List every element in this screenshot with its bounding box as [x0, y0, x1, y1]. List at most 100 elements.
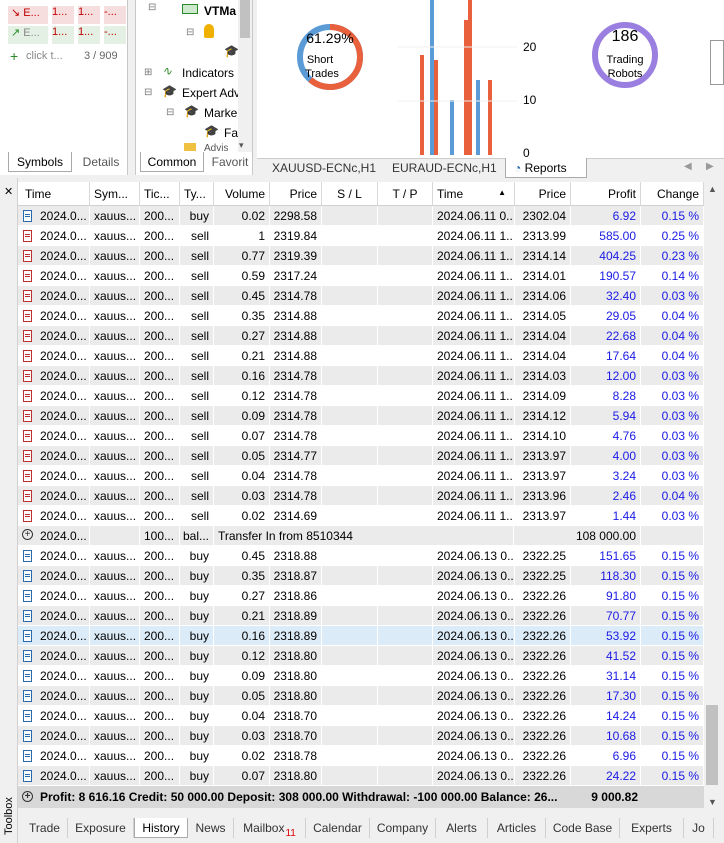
add-symbol-row[interactable]: + click t... 3 / 909 [0, 47, 128, 67]
reports-scrollbar[interactable] [710, 40, 724, 85]
cell-volume: 0.16 [214, 366, 270, 386]
tab-alerts[interactable]: Alerts [436, 818, 488, 838]
table-scroll-thumb[interactable] [706, 705, 718, 785]
tab-xauusd-chart[interactable]: XAUUSD-ECNc,H1 [272, 158, 376, 178]
tab-history[interactable]: History [134, 818, 188, 838]
cell-type: buy [180, 606, 214, 626]
table-row[interactable]: 2024.0... xauus... 200... sell 0.12 2314.78 20… [18, 386, 704, 406]
table-row[interactable]: 2024.0... xauus... 200... sell 0.03 2314.78 20… [18, 486, 704, 506]
column-header-price[interactable]: Price [270, 182, 322, 206]
tab-scroll-left-icon[interactable]: ◀ [684, 161, 692, 172]
table-row[interactable]: 2024.0... xauus... 200... buy 0.12 2318.80 202… [18, 646, 704, 666]
cell-time: 2024.0... [18, 626, 90, 646]
y-tick-label: 20 [523, 40, 537, 54]
expand-icon[interactable]: + [22, 791, 33, 802]
table-row[interactable]: 2024.0... xauus... 200... sell 0.02 2314.69 20… [18, 506, 704, 526]
table-row[interactable]: 2024.0... xauus... 200... sell 1 2319.84 2024.… [18, 226, 704, 246]
cell-sl [322, 646, 378, 666]
column-header-tp[interactable]: T / P [378, 182, 433, 206]
tree-expander-icon[interactable]: ⊞ [144, 67, 152, 78]
tab-exposure[interactable]: Exposure [68, 818, 134, 838]
cell-tp [378, 426, 433, 446]
nav-favorites[interactable]: Fa [224, 126, 238, 140]
tab-euraud-chart[interactable]: EURAUD-ECNc,H1 [392, 158, 497, 178]
table-row[interactable]: 2024.0... xauus... 200... sell 0.21 2314.88 20… [18, 346, 704, 366]
cell-type: buy [180, 206, 214, 226]
cell-tp [378, 326, 433, 346]
column-header-profit[interactable]: Profit [571, 182, 641, 206]
tab-jo[interactable]: Jo [684, 818, 714, 838]
table-row[interactable]: 2024.0... xauus... 200... buy 0.02 2318.78 202… [18, 746, 704, 766]
table-row[interactable]: 2024.0... xauus... 200... buy 0.05 2318.80 202… [18, 686, 704, 706]
table-row[interactable]: 2024.0... xauus... 200... buy 0.09 2318.80 202… [18, 666, 704, 686]
cell-symbol: xauus... [90, 466, 140, 486]
tab-calendar[interactable]: Calendar [306, 818, 370, 838]
tab-articles[interactable]: Articles [488, 818, 546, 838]
tab-common[interactable]: Common [140, 152, 204, 172]
table-row[interactable]: 2024.0... xauus... 200... buy 0.45 2318.88 202… [18, 546, 704, 566]
scroll-down-icon[interactable]: ▼ [708, 797, 717, 807]
column-header-volume[interactable]: Volume [214, 182, 270, 206]
market-watch-row[interactable]: ↗ E... 1... 1... -... [0, 26, 128, 46]
scroll-up-icon[interactable]: ▲ [708, 184, 717, 194]
tab-symbols[interactable]: Symbols [8, 152, 72, 172]
table-row[interactable]: 2024.0... xauus... 200... sell 0.09 2314.78 20… [18, 406, 704, 426]
table-row[interactable]: 2024.0... xauus... 200... sell 0.59 2317.24 20… [18, 266, 704, 286]
column-header-ticket[interactable]: Tic... [140, 182, 180, 206]
tab-reports[interactable]: ◔ Reports [505, 158, 587, 178]
tab-code-base[interactable]: Code Base [546, 818, 620, 838]
tab-experts[interactable]: Experts [620, 818, 684, 838]
table-row[interactable]: 2024.0... xauus... 200... buy 0.02 2298.58 202… [18, 206, 704, 226]
tree-expander-icon[interactable]: ⊟ [186, 27, 194, 38]
table-row[interactable]: 2024.0... xauus... 200... sell 0.05 2314.77 20… [18, 446, 704, 466]
column-header-sl[interactable]: S / L [322, 182, 378, 206]
table-row[interactable]: 2024.0... xauus... 200... buy 0.16 2318.89 202… [18, 626, 704, 646]
tree-expander-icon[interactable]: ⊟ [166, 107, 174, 118]
tree-expander-icon[interactable]: ⊟ [144, 87, 152, 98]
column-header-change[interactable]: Change [641, 182, 704, 206]
cell-profit: 8.28 [571, 386, 641, 406]
table-row[interactable]: 2024.0... xauus... 200... buy 0.27 2318.86 202… [18, 586, 704, 606]
close-icon[interactable]: ✕ [4, 185, 13, 198]
add-symbol-label: click t... [26, 50, 63, 62]
balance-row[interactable]: +2024.0... 100... bal... 108 000.00 Transfer… [18, 526, 704, 546]
table-row[interactable]: 2024.0... xauus... 200... sell 0.04 2314.78 20… [18, 466, 704, 486]
table-row[interactable]: 2024.0... xauus... 200... sell 0.77 2319.39 20… [18, 246, 704, 266]
column-header-close-price[interactable]: Price [515, 182, 571, 206]
table-row[interactable]: 2024.0... xauus... 200... buy 0.21 2318.89 202… [18, 606, 704, 626]
tree-expander-icon[interactable]: ⊟ [148, 2, 156, 13]
tab-mailbox[interactable]: Mailbox11 [234, 818, 306, 839]
table-row[interactable]: 2024.0... xauus... 200... buy 0.35 2318.87 202… [18, 566, 704, 586]
column-header-close-time[interactable]: Time ▲ [433, 182, 515, 206]
nav-expert-advisors[interactable]: Expert Adv [182, 86, 240, 100]
tab-company[interactable]: Company [370, 818, 436, 838]
table-row[interactable]: 2024.0... xauus... 200... sell 0.45 2314.78 20… [18, 286, 704, 306]
tab-favorites[interactable]: Favorit [206, 152, 254, 172]
table-row[interactable]: 2024.0... xauus... 200... buy 0.07 2318.80 202… [18, 766, 704, 786]
table-row[interactable]: 2024.0... xauus... 200... sell 0.27 2314.88 20… [18, 326, 704, 346]
column-header-type[interactable]: Ty... [180, 182, 214, 206]
nav-indicators[interactable]: Indicators [182, 66, 234, 80]
cell-price: 2318.70 [270, 726, 322, 746]
symbol-cell: ↘ E... [8, 6, 48, 24]
tab-news[interactable]: News [188, 818, 234, 838]
tab-details[interactable]: Details [74, 152, 128, 172]
table-row[interactable]: 2024.0... xauus... 200... buy 0.04 2318.70 202… [18, 706, 704, 726]
account-number[interactable]: 11 [252, 25, 253, 39]
nav-market[interactable]: Marke [204, 106, 237, 120]
table-row[interactable]: 2024.0... xauus... 200... sell 0.07 2314.78 20… [18, 426, 704, 446]
column-header-symbol[interactable]: Sym... [90, 182, 140, 206]
table-row[interactable]: 2024.0... xauus... 200... sell 0.16 2314.78 20… [18, 366, 704, 386]
column-header-time[interactable]: Time [18, 182, 90, 206]
navigator-scroll-thumb[interactable] [240, 0, 250, 38]
scroll-down-icon[interactable]: ▾ [239, 140, 244, 151]
cell-tp [378, 226, 433, 246]
tab-trade[interactable]: Trade [22, 818, 68, 838]
table-row[interactable]: 2024.0... xauus... 200... sell 0.35 2314.88 20… [18, 306, 704, 326]
table-row[interactable]: 2024.0... xauus... 200... buy 0.03 2318.70 202… [18, 726, 704, 746]
nav-advisors[interactable]: Advis [204, 143, 228, 151]
cell-volume: 0.02 [214, 746, 270, 766]
market-watch-row[interactable]: ↘ E... 1... 1... -... [0, 6, 128, 26]
account-name[interactable]: VTMa [204, 4, 236, 18]
tab-scroll-right-icon[interactable]: ▶ [706, 161, 714, 172]
